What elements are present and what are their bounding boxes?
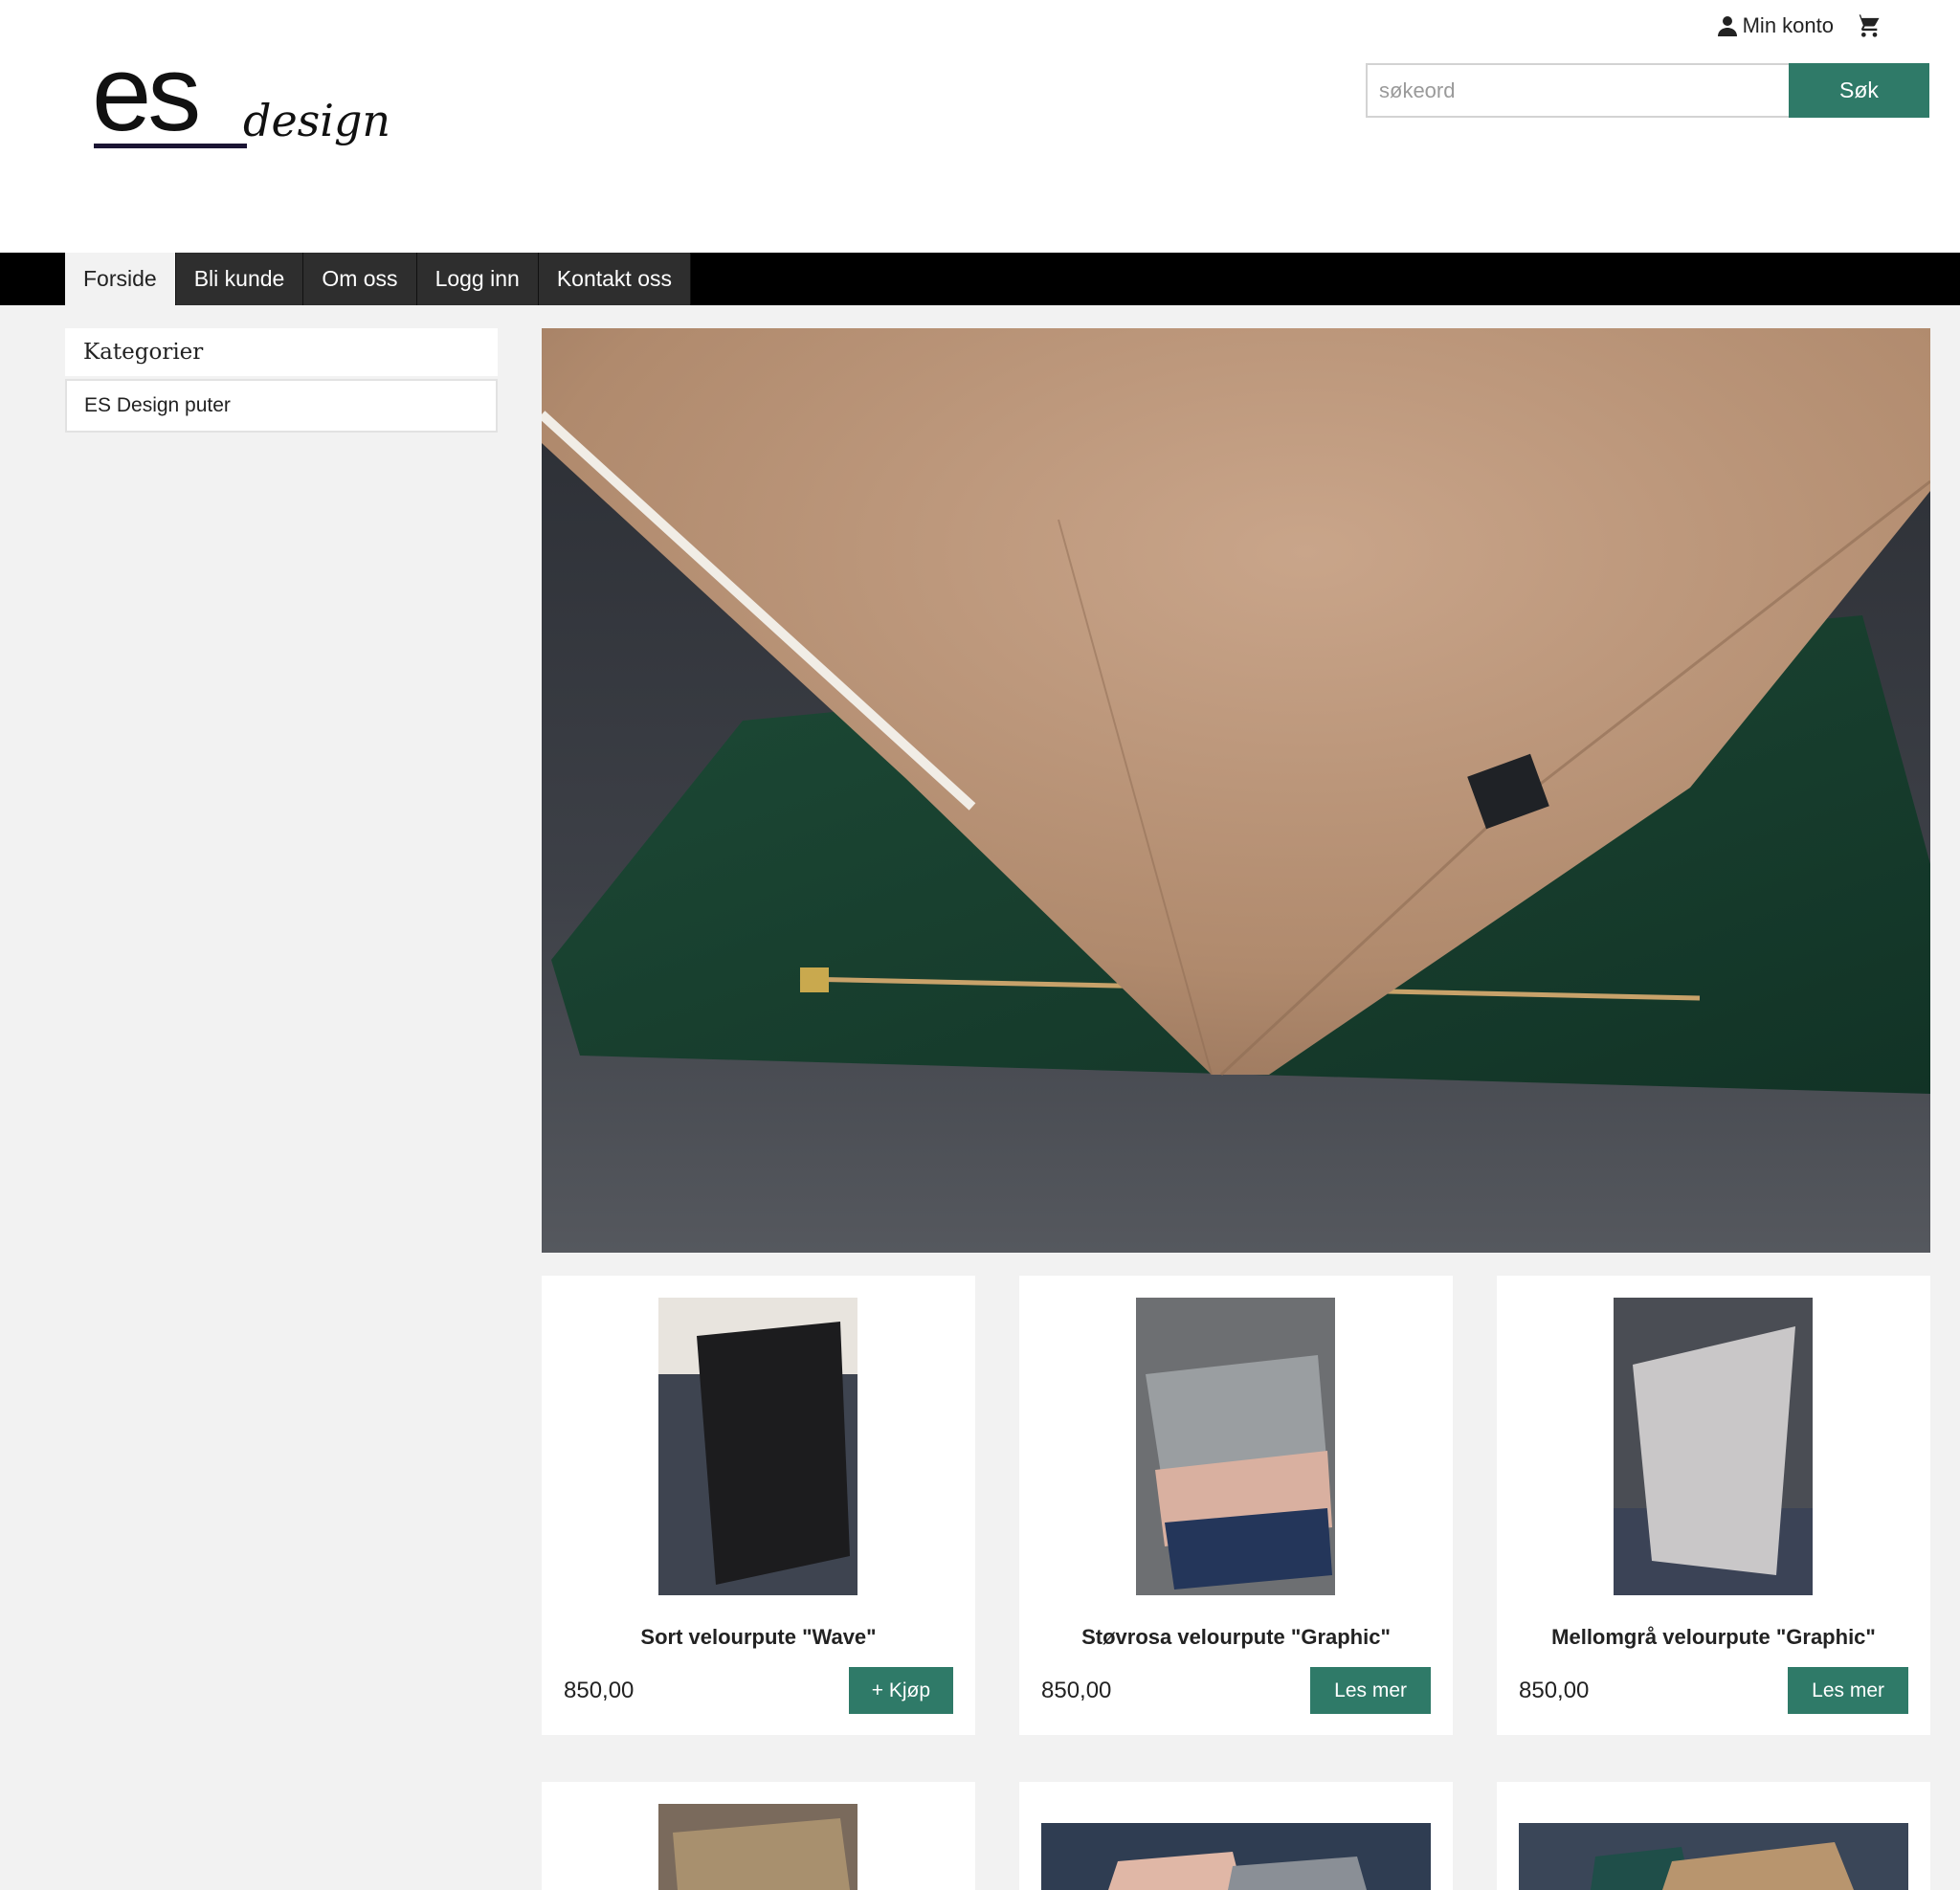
account-bar: Min konto (1716, 11, 1882, 40)
my-account-label: Min konto (1742, 13, 1834, 37)
nav-item-forside[interactable]: Forside (65, 253, 176, 305)
es-design-logo[interactable]: es design (92, 48, 427, 182)
search-input[interactable] (1366, 63, 1789, 118)
product-card (1497, 1782, 1930, 1890)
nav-item-logg-inn[interactable]: Logg inn (416, 253, 539, 305)
product-price: 850,00 (1519, 1678, 1590, 1703)
product-card (542, 1782, 975, 1890)
product-image[interactable] (658, 1804, 858, 1890)
nav-item-kontakt-oss[interactable]: Kontakt oss (538, 253, 691, 305)
product-title[interactable]: Støvrosa velourpute "Graphic" (1019, 1625, 1453, 1650)
product-title[interactable]: Mellomgrå velourpute "Graphic" (1497, 1625, 1930, 1650)
product-image-sort-velourpute-wave[interactable] (658, 1298, 858, 1595)
buy-button[interactable]: + Kjøp (848, 1667, 953, 1714)
product-image-mellomgra-velourpute-graphic[interactable] (1614, 1298, 1813, 1595)
main-navigation: Forside Bli kunde Om oss Logg inn Kontak… (65, 253, 691, 305)
my-account-link[interactable]: Min konto (1716, 13, 1834, 38)
nav-item-bli-kunde[interactable]: Bli kunde (175, 253, 304, 305)
search-button[interactable]: Søk (1789, 63, 1929, 118)
hero-banner-image[interactable] (542, 328, 1930, 1253)
svg-text:design: design (243, 95, 390, 146)
nav-item-om-oss[interactable]: Om oss (303, 253, 417, 305)
product-image-stovrosa-velourpute-graphic[interactable] (1136, 1298, 1335, 1595)
product-image[interactable] (1041, 1823, 1431, 1890)
site-header: es design Min konto Søk (0, 0, 1960, 253)
main-navigation-bar: Forside Bli kunde Om oss Logg inn Kontak… (0, 253, 1960, 305)
product-title[interactable]: Sort velourpute "Wave" (542, 1625, 975, 1650)
product-card: Sort velourpute "Wave" 850,00 + Kjøp (542, 1276, 975, 1735)
svg-text:es: es (92, 48, 197, 153)
sidebar-item-es-design-puter[interactable]: ES Design puter (65, 379, 498, 433)
search-form: Søk (1366, 63, 1929, 118)
read-more-button[interactable]: Les mer (1788, 1667, 1908, 1714)
product-card (1019, 1782, 1453, 1890)
category-sidebar: Kategorier ES Design puter (65, 328, 498, 433)
read-more-button[interactable]: Les mer (1310, 1667, 1431, 1714)
product-price: 850,00 (1041, 1678, 1112, 1703)
sidebar-heading: Kategorier (65, 328, 498, 376)
cart-icon (1855, 12, 1882, 39)
product-image[interactable] (1519, 1823, 1908, 1890)
user-icon (1716, 14, 1739, 37)
product-price: 850,00 (564, 1678, 635, 1703)
product-card: Støvrosa velourpute "Graphic" 850,00 Les… (1019, 1276, 1453, 1735)
cart-button[interactable] (1855, 12, 1882, 39)
product-card: Mellomgrå velourpute "Graphic" 850,00 Le… (1497, 1276, 1930, 1735)
